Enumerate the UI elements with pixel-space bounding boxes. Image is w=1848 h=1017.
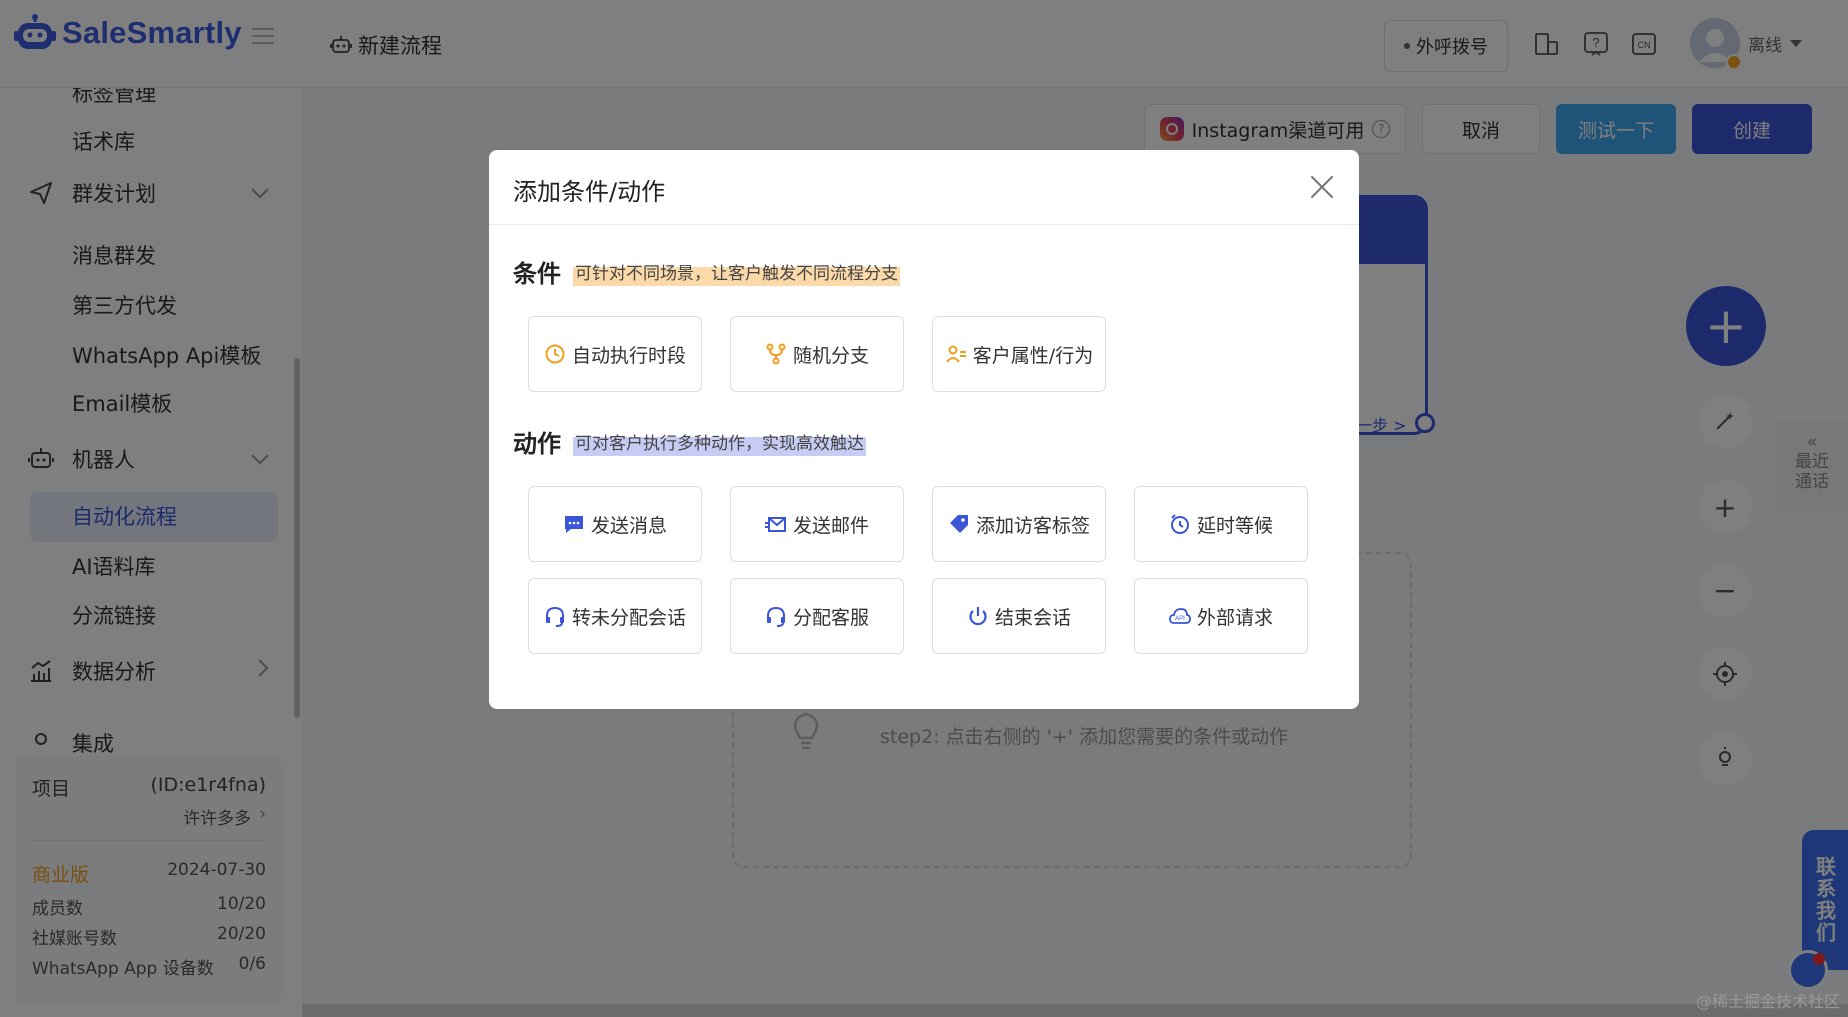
actions-hint: 可对客户执行多种动作，实现高效触达: [573, 427, 866, 456]
option-customer-attribute[interactable]: 客户属性/行为: [932, 316, 1106, 392]
power-icon: [969, 607, 987, 626]
option-label: 结束会话: [994, 606, 1071, 629]
conditions-hint: 可针对不同场景，让客户触发不同流程分支: [573, 257, 900, 286]
option-delay-wait[interactable]: 延时等候: [1134, 486, 1308, 562]
option-label: 自动执行时段: [571, 344, 686, 367]
conditions-section-title: 条件 可针对不同场景，让客户触发不同流程分支: [513, 254, 900, 289]
option-add-visitor-tag[interactable]: 添加访客标签: [932, 486, 1106, 562]
option-label: 随机分支: [792, 344, 869, 367]
api-cloud-icon: API: [1169, 608, 1191, 624]
headset-icon: [545, 606, 564, 627]
watermark: @稀土掘金技术社区: [1695, 992, 1840, 1011]
headset-icon: [766, 606, 785, 627]
option-label: 外部请求: [1196, 606, 1273, 629]
branch-icon: [766, 343, 786, 365]
divider: [489, 224, 1359, 225]
option-label: 添加访客标签: [975, 514, 1090, 537]
option-send-email[interactable]: 发送邮件: [730, 486, 904, 562]
modal-title: 添加条件/动作: [513, 178, 666, 206]
option-label: 分配客服: [792, 606, 869, 629]
option-assign-agent[interactable]: 分配客服: [730, 578, 904, 654]
svg-text:API: API: [1175, 616, 1185, 622]
timer-icon: [1170, 514, 1189, 534]
conditions-title: 条件: [513, 260, 561, 288]
option-label: 转未分配会话: [571, 606, 686, 629]
clock-icon: [545, 344, 565, 364]
option-label: 客户属性/行为: [972, 344, 1094, 367]
option-label: 发送邮件: [792, 514, 869, 537]
option-auto-schedule[interactable]: 自动执行时段: [528, 316, 702, 392]
add-condition-action-modal: 添加条件/动作 条件 可针对不同场景，让客户触发不同流程分支 自动执行时段 随机…: [489, 150, 1359, 709]
tag-icon: [949, 515, 968, 533]
option-external-request[interactable]: API 外部请求: [1134, 578, 1308, 654]
message-icon: [564, 516, 583, 533]
actions-title: 动作: [513, 430, 561, 458]
email-icon: [764, 517, 786, 532]
actions-section-title: 动作 可对客户执行多种动作，实现高效触达: [513, 424, 866, 459]
option-send-message[interactable]: 发送消息: [528, 486, 702, 562]
option-label: 发送消息: [590, 514, 667, 537]
option-end-session[interactable]: 结束会话: [932, 578, 1106, 654]
close-icon[interactable]: [1309, 174, 1335, 200]
option-random-branch[interactable]: 随机分支: [730, 316, 904, 392]
user-attribute-icon: [945, 345, 966, 363]
option-label: 延时等候: [1196, 514, 1273, 537]
option-transfer-unassigned[interactable]: 转未分配会话: [528, 578, 702, 654]
